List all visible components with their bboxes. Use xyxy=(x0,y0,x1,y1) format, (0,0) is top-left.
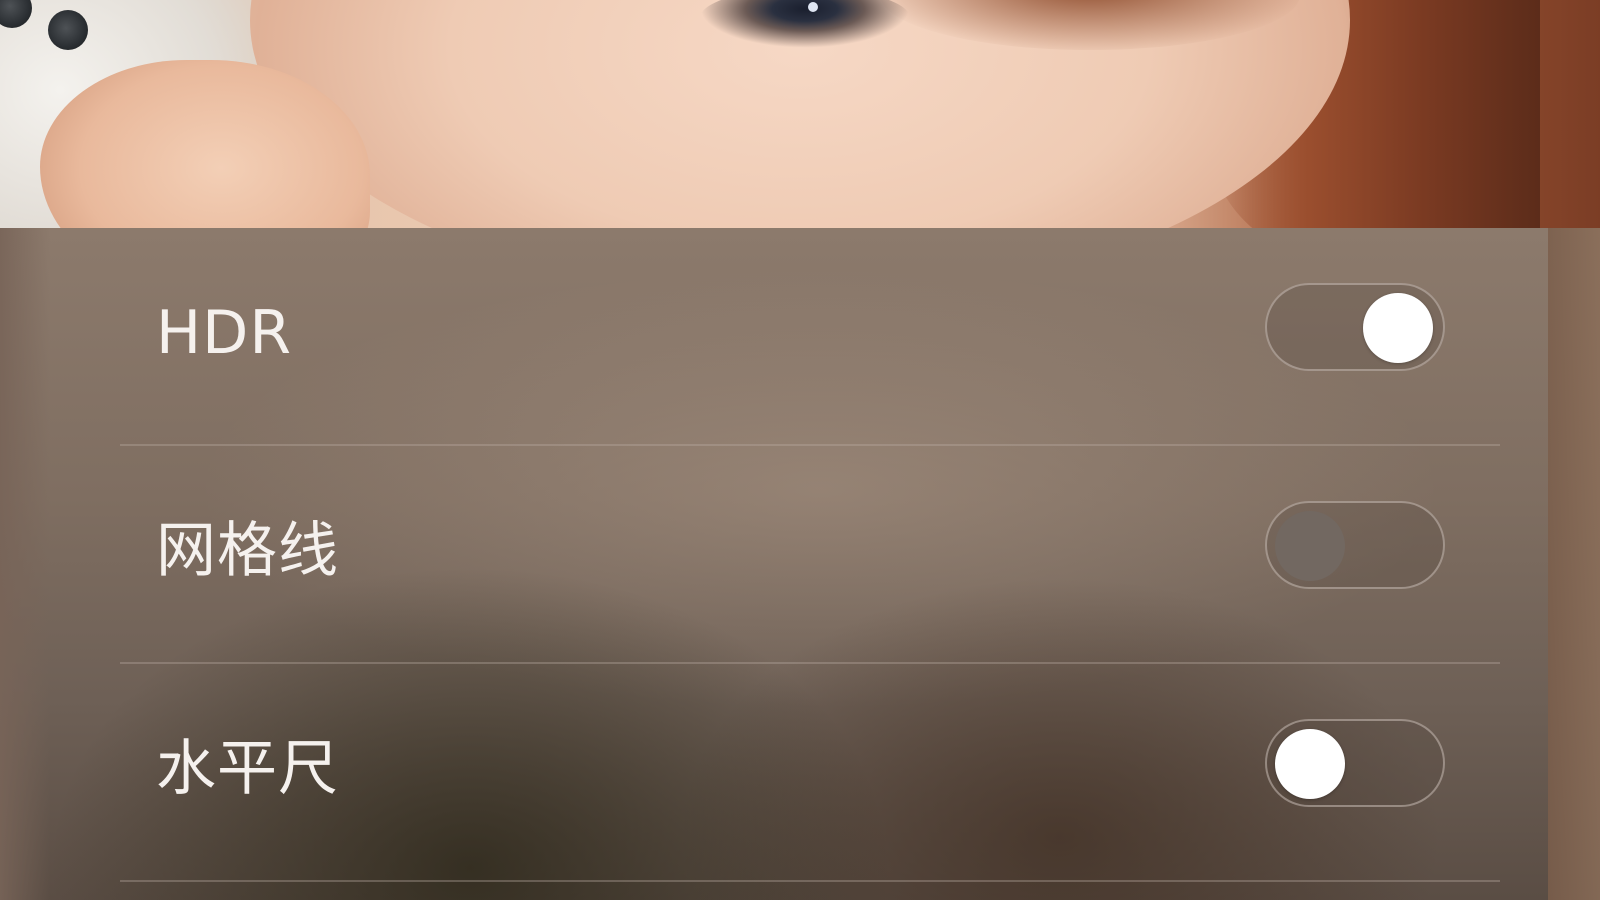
camera-viewfinder-preview[interactable] xyxy=(0,0,1600,228)
settings-panel: HDR 网格线 水平尺 xyxy=(0,228,1600,900)
hdr-toggle-switch[interactable] xyxy=(1265,283,1445,371)
setting-label-level: 水平尺 xyxy=(156,734,339,804)
panel-left-edge xyxy=(0,228,50,900)
grid-lines-toggle-switch[interactable] xyxy=(1265,501,1445,589)
setting-label-grid-lines: 网格线 xyxy=(156,516,339,586)
grid-lines-toggle-knob xyxy=(1275,511,1345,581)
row-divider xyxy=(120,880,1500,882)
setting-row-hdr[interactable]: HDR xyxy=(120,228,1500,446)
preview-lens-right xyxy=(48,10,88,50)
level-toggle-switch[interactable] xyxy=(1265,719,1445,807)
camera-settings-screen: HDR 网格线 水平尺 xyxy=(0,0,1600,900)
setting-label-hdr: HDR xyxy=(156,298,293,368)
preview-eye-glint xyxy=(808,2,818,12)
setting-row-level[interactable]: 水平尺 xyxy=(120,664,1500,882)
panel-right-edge xyxy=(1548,228,1600,900)
setting-row-grid-lines[interactable]: 网格线 xyxy=(120,446,1500,664)
hdr-toggle-knob xyxy=(1363,293,1433,363)
level-toggle-knob xyxy=(1275,729,1345,799)
